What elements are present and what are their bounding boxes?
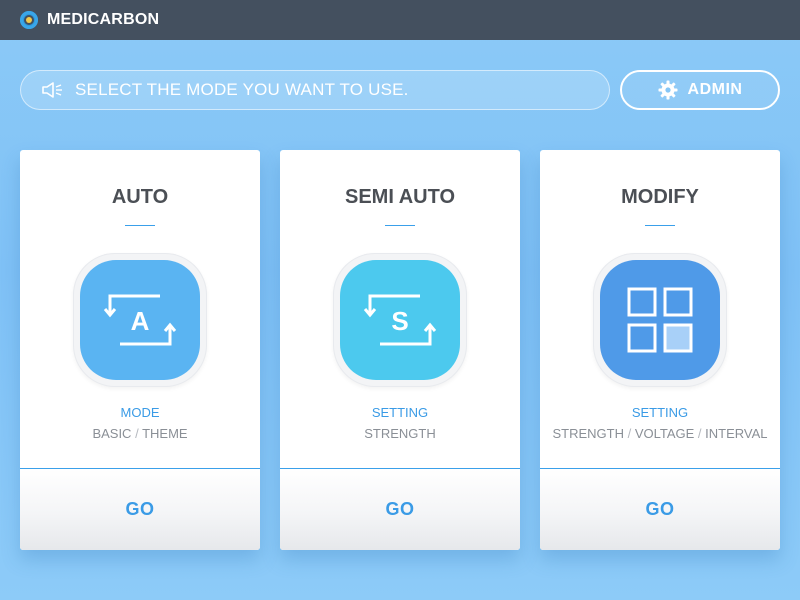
- detail-item: BASIC: [92, 426, 132, 441]
- cycle-letter-icon: A: [103, 294, 177, 346]
- cycle-letter-icon: S: [363, 294, 437, 346]
- detail-item: INTERVAL: [705, 426, 768, 441]
- auto-mode-icon: A: [80, 260, 200, 380]
- detail-item: STRENGTH: [364, 426, 436, 441]
- go-label: GO: [125, 499, 155, 519]
- modify-go-button[interactable]: GO: [540, 468, 780, 550]
- card-category: SETTING: [631, 405, 689, 420]
- go-label: GO: [645, 499, 675, 519]
- detail-item: STRENGTH: [552, 426, 624, 441]
- card-title: MODIFY: [621, 186, 699, 208]
- admin-button[interactable]: ADMIN: [620, 70, 780, 110]
- speaker-icon: [42, 82, 62, 98]
- top-bar: MEDICARBON: [0, 0, 800, 40]
- instruction-text: SELECT THE MODE YOU WANT TO USE.: [75, 80, 409, 99]
- semi-auto-mode-card: SEMI AUTO S SETTING STRENGTH GO: [280, 150, 520, 550]
- semi-auto-mode-icon: S: [340, 260, 460, 380]
- detail-item: THEME: [142, 426, 188, 441]
- card-details: STRENGTH: [280, 426, 520, 441]
- title-underline: [645, 225, 675, 226]
- card-details: STRENGTH / VOLTAGE / INTERVAL: [552, 426, 768, 441]
- icon-frame: S: [333, 253, 467, 387]
- card-category: MODE: [120, 405, 160, 420]
- icon-letter: S: [391, 306, 408, 336]
- modify-mode-card: MODIFY SETTING STRENGTH / VOLTAGE / INTE…: [540, 150, 780, 550]
- card-title: AUTO: [111, 186, 169, 208]
- title-underline: [385, 225, 415, 226]
- detail-item: VOLTAGE: [634, 426, 695, 441]
- admin-label: ADMIN: [687, 81, 743, 98]
- go-label: GO: [385, 499, 415, 519]
- grid-icon: [600, 260, 720, 380]
- icon-frame: A: [73, 253, 207, 387]
- app-title: MEDICARBON: [47, 11, 160, 28]
- title-underline: [125, 225, 155, 226]
- card-category: SETTING: [371, 405, 429, 420]
- semi-auto-go-button[interactable]: GO: [280, 468, 520, 550]
- logo-icon: [20, 11, 38, 29]
- instruction-banner: SELECT THE MODE YOU WANT TO USE.: [20, 70, 610, 110]
- card-title: SEMI AUTO: [344, 186, 455, 208]
- card-details: BASIC / THEME: [92, 426, 188, 441]
- icon-letter: A: [131, 306, 150, 336]
- icon-frame: [593, 253, 727, 387]
- auto-mode-card: AUTO A MODE BASIC / THEME GO: [20, 150, 260, 550]
- gear-icon: [658, 80, 678, 100]
- grid-squares-icon: [627, 287, 693, 353]
- auto-go-button[interactable]: GO: [20, 468, 260, 550]
